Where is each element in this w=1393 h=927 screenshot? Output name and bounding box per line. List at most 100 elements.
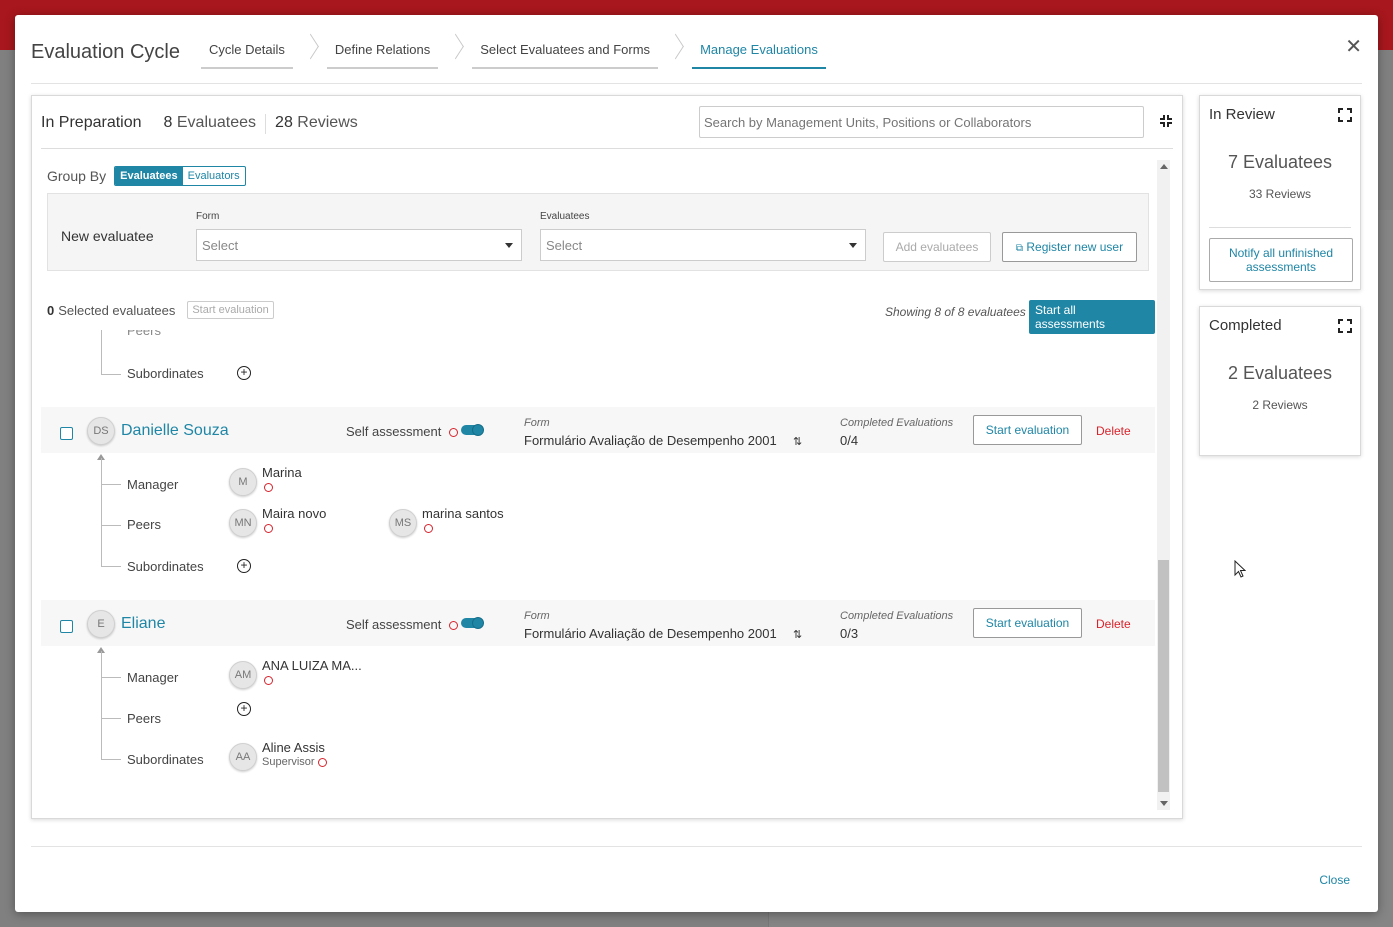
form-value: Formulário Avaliação de Desempenho 2001	[524, 626, 777, 641]
expand-icon[interactable]	[1338, 108, 1352, 122]
evaluatees-stat: 8 Evaluatees	[164, 114, 257, 132]
evaluatee-checkbox[interactable]	[60, 427, 73, 440]
form-select[interactable]: Select	[196, 229, 522, 261]
step-separator-icon	[658, 37, 692, 67]
start-evaluation-button[interactable]: Start evaluation	[973, 415, 1082, 445]
form-field-label: Form	[196, 211, 220, 222]
in-review-card: In Review 7 Evaluatees 33 Reviews Notify…	[1199, 95, 1361, 290]
person-name: ANA LUIZA MA...	[262, 658, 362, 673]
mouse-cursor-icon	[1234, 560, 1246, 578]
card-divider	[1209, 227, 1351, 228]
close-button[interactable]: Close	[1319, 873, 1350, 887]
scrollbar-thumb[interactable]	[1158, 560, 1169, 792]
status-ring-icon	[424, 524, 433, 533]
avatar: M	[229, 468, 257, 496]
close-icon[interactable]: ✕	[1345, 37, 1362, 57]
in-review-evaluatees: 7 Evaluatees	[1227, 152, 1333, 172]
evaluatee-name[interactable]: Danielle Souza	[121, 422, 229, 440]
add-subordinate-icon[interactable]: +	[237, 366, 251, 380]
evaluatees-field-label: Evaluatees	[540, 211, 590, 222]
add-subordinate-icon[interactable]: +	[237, 559, 251, 573]
in-review-reviews: 33 Reviews	[1248, 187, 1312, 201]
start-all-assessments-button[interactable]: Start all assessments	[1029, 300, 1155, 334]
scroll-down-icon[interactable]	[1160, 801, 1168, 806]
status-ring-icon	[264, 524, 273, 533]
self-assessment-toggle[interactable]	[461, 424, 484, 436]
person-role-label: Supervisor	[262, 756, 315, 768]
search-input[interactable]	[699, 106, 1144, 138]
add-peer-icon[interactable]: +	[237, 702, 251, 716]
tree-line	[101, 484, 121, 485]
reviews-count: 28	[275, 114, 293, 131]
evaluatee-checkbox[interactable]	[60, 620, 73, 633]
self-assessment-toggle[interactable]	[461, 617, 484, 629]
avatar: AM	[229, 661, 257, 689]
step-manage-evaluations[interactable]: Manage Evaluations	[692, 37, 826, 69]
tree-line	[101, 525, 121, 526]
evaluatee-name[interactable]: Eliane	[121, 615, 165, 633]
add-evaluatees-button[interactable]: Add evaluatees	[883, 232, 991, 262]
relation-label-peers: Peers	[127, 517, 161, 532]
collapse-icon[interactable]	[1159, 114, 1173, 128]
evaluatee-row: DS Danielle Souza Self assessment Form F…	[41, 407, 1155, 453]
tree-line	[101, 458, 102, 566]
person-role: Supervisor	[262, 756, 327, 768]
relation-label-subordinates: Subordinates	[127, 559, 204, 574]
relation-label-peers: Peers	[127, 330, 161, 338]
selection-row: 0 Selected evaluatees Start evaluation	[47, 301, 274, 319]
relation-label-manager: Manager	[127, 670, 179, 685]
status-ring-icon	[264, 676, 273, 685]
completed-evaluations-value: 0/3	[840, 626, 859, 641]
tree-line	[101, 759, 121, 760]
group-by-evaluatees[interactable]: Evaluatees	[115, 167, 183, 185]
selected-label: Selected evaluatees	[58, 302, 176, 318]
step-select-evaluatees[interactable]: Select Evaluatees and Forms	[472, 37, 659, 69]
evaluatees-stat-label: Evaluatees	[176, 114, 257, 131]
self-assessment-label: Self assessment	[346, 617, 442, 632]
panel-header: In Preparation 8 Evaluatees 28 Reviews	[41, 114, 358, 134]
step-cycle-details[interactable]: Cycle Details	[201, 37, 293, 69]
notify-unfinished-button[interactable]: Notify all unfinished assessments	[1209, 238, 1353, 282]
relation-label-subordinates: Subordinates	[127, 752, 204, 767]
evaluation-cycle-modal: Evaluation Cycle Cycle Details Define Re…	[15, 15, 1378, 912]
reviews-stat: 28 Reviews	[275, 114, 358, 132]
tree-line	[101, 651, 102, 759]
start-evaluation-button[interactable]: Start evaluation	[973, 608, 1082, 638]
tree-line	[101, 677, 121, 678]
selected-count: 0	[47, 302, 55, 318]
header-divider	[31, 83, 1362, 84]
tree-line	[101, 718, 121, 719]
completed-card: Completed 2 Evaluatees 2 Reviews	[1199, 306, 1361, 456]
avatar: MS	[389, 509, 417, 537]
self-assessment: Self assessment	[346, 424, 459, 439]
step-separator-icon	[293, 37, 327, 67]
self-assessment-label: Self assessment	[346, 424, 442, 439]
completed-evaluations-label: Completed Evaluations	[840, 417, 954, 429]
group-by-evaluators[interactable]: Evaluators	[183, 167, 245, 185]
swap-icon[interactable]: ⇅	[793, 628, 802, 641]
tree-line	[101, 566, 121, 567]
completed-evaluations-value: 0/4	[840, 433, 859, 448]
register-new-user-button[interactable]: ⧉ Register new user	[1002, 232, 1137, 262]
step-define-relations[interactable]: Define Relations	[326, 37, 439, 69]
expand-icon[interactable]	[1338, 319, 1352, 333]
swap-icon[interactable]: ⇅	[793, 435, 802, 448]
delete-link[interactable]: Delete	[1096, 617, 1131, 631]
status-ring-icon	[449, 621, 459, 631]
form-label: Form	[524, 417, 550, 429]
avatar: E	[87, 610, 115, 638]
panel-title: In Preparation	[41, 114, 142, 131]
self-assessment: Self assessment	[346, 617, 459, 632]
evaluatees-select[interactable]: Select	[540, 229, 866, 261]
showing-count: Showing 8 of 8 evaluatees	[885, 305, 1026, 319]
card-title: Completed	[1209, 317, 1282, 334]
delete-link[interactable]: Delete	[1096, 424, 1131, 438]
vertical-scrollbar[interactable]	[1157, 160, 1170, 810]
form-value: Formulário Avaliação de Desempenho 2001	[524, 433, 777, 448]
relation-label-manager: Manager	[127, 477, 179, 492]
status-ring-icon	[449, 428, 459, 438]
scroll-up-icon[interactable]	[1160, 164, 1168, 169]
start-evaluation-button-top[interactable]: Start evaluation	[187, 301, 274, 319]
in-preparation-panel: In Preparation 8 Evaluatees 28 Reviews G…	[31, 95, 1183, 819]
footer-divider	[31, 846, 1362, 847]
